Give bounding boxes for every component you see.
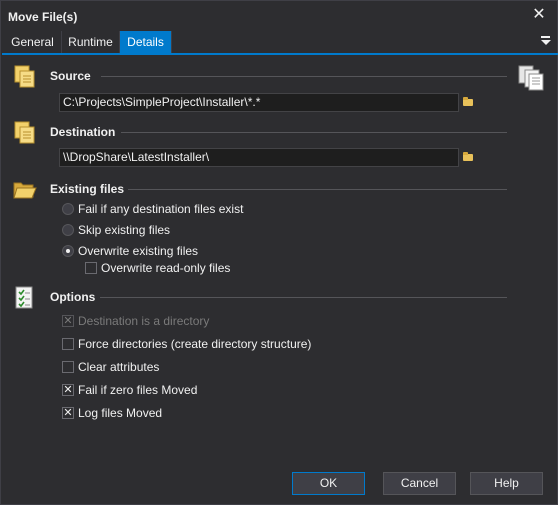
radio-label: Overwrite existing files xyxy=(78,244,199,258)
source-path-input[interactable]: C:\Projects\SimpleProject\Installer\*.* xyxy=(59,93,459,112)
checkbox[interactable] xyxy=(85,262,97,274)
tab-menu-icon[interactable] xyxy=(540,34,552,48)
radio-button[interactable] xyxy=(62,224,74,236)
cancel-button[interactable]: Cancel xyxy=(383,472,456,495)
tab-runtime[interactable]: Runtime xyxy=(62,31,120,53)
help-button[interactable]: Help xyxy=(470,472,543,495)
checkbox[interactable]: ✕ xyxy=(62,315,74,327)
files-icon xyxy=(14,121,35,144)
checkbox-label: Force directories (create directory stru… xyxy=(78,337,312,351)
existing-files-divider xyxy=(128,189,507,190)
checkbox-label: Fail if zero files Moved xyxy=(78,383,198,397)
existing-files-heading: Existing files xyxy=(50,182,125,196)
documents-stack-icon[interactable] xyxy=(517,64,545,92)
files-icon xyxy=(14,65,35,88)
radio-button[interactable] xyxy=(62,245,74,257)
ok-button[interactable]: OK xyxy=(292,472,365,495)
title-bar: Move File(s) ✕ xyxy=(1,1,557,31)
options-heading: Options xyxy=(50,290,96,304)
checkbox-label: Destination is a directory xyxy=(78,314,210,328)
checkbox[interactable] xyxy=(62,338,74,350)
destination-browse-folder-icon[interactable] xyxy=(460,149,476,166)
move-files-dialog: Move File(s) ✕ General Runtime Details S… xyxy=(0,0,558,505)
checkbox[interactable]: ✕ xyxy=(62,407,74,419)
window-title: Move File(s) xyxy=(8,10,78,24)
tab-details[interactable]: Details xyxy=(120,31,172,53)
checklist-icon xyxy=(15,286,33,309)
open-folder-icon xyxy=(13,182,37,199)
source-browse-folder-icon[interactable] xyxy=(460,94,476,111)
radio-label: Skip existing files xyxy=(78,223,171,237)
tab-strip: General Runtime Details xyxy=(2,30,558,55)
destination-divider xyxy=(121,132,507,133)
checkbox-label: Overwrite read-only files xyxy=(101,261,231,275)
checkbox[interactable]: ✕ xyxy=(62,384,74,396)
radio-button[interactable] xyxy=(62,203,74,215)
destination-heading: Destination xyxy=(50,125,116,139)
destination-path-input[interactable]: \\DropShare\LatestInstaller\ xyxy=(59,148,459,167)
checkbox-label: Clear attributes xyxy=(78,360,160,374)
checkbox[interactable] xyxy=(62,361,74,373)
tab-general[interactable]: General xyxy=(4,31,62,53)
checkbox-label: Log files Moved xyxy=(78,406,163,420)
close-button[interactable]: ✕ xyxy=(529,5,549,25)
source-heading: Source xyxy=(50,69,91,83)
options-divider xyxy=(100,297,507,298)
source-divider xyxy=(101,76,507,77)
radio-label: Fail if any destination files exist xyxy=(78,202,244,216)
